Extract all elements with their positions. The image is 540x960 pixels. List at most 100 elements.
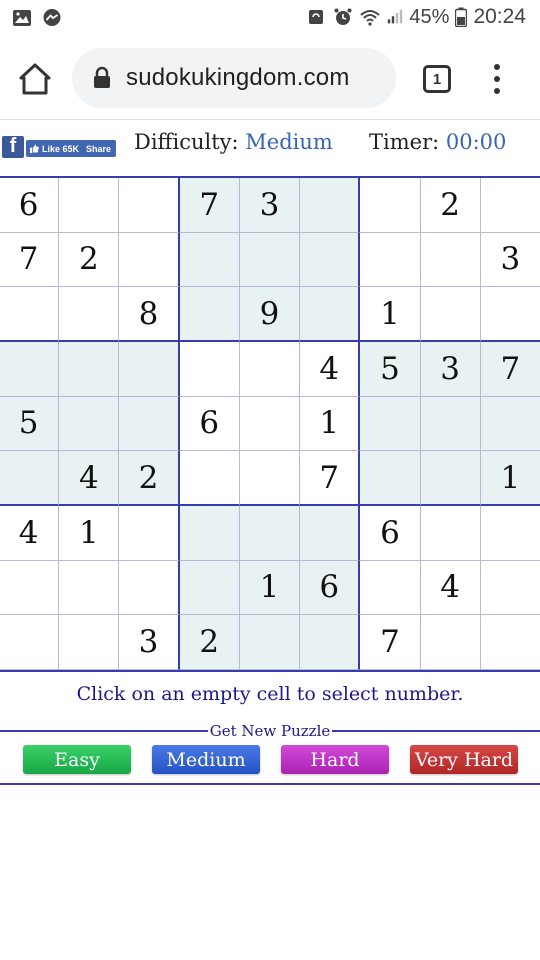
easy-button[interactable]: Easy <box>23 745 131 774</box>
tab-switcher-button[interactable]: 1 <box>423 65 451 93</box>
empty-cell[interactable] <box>239 506 301 561</box>
empty-cell[interactable] <box>480 560 540 616</box>
given-cell: 8 <box>119 287 180 342</box>
empty-cell[interactable] <box>179 451 240 506</box>
empty-cell[interactable] <box>360 232 421 288</box>
messenger-icon <box>43 9 61 26</box>
given-cell: 6 <box>300 560 361 616</box>
empty-cell[interactable] <box>119 342 180 397</box>
empty-cell[interactable] <box>360 451 421 506</box>
given-cell: 7 <box>480 342 540 397</box>
facebook-share-button[interactable]: Share <box>81 140 117 157</box>
empty-cell[interactable] <box>239 342 301 397</box>
very-hard-button[interactable]: Very Hard <box>410 745 518 774</box>
info-row: f Like 65K Share Difficulty: Medium Time… <box>0 120 540 176</box>
url-text: sudokukingdom.com <box>126 64 350 91</box>
empty-cell[interactable] <box>0 560 60 616</box>
given-cell: 2 <box>59 232 120 288</box>
overflow-menu-icon[interactable] <box>490 64 504 94</box>
empty-cell[interactable] <box>59 615 120 670</box>
empty-cell[interactable] <box>239 615 301 670</box>
empty-cell[interactable] <box>0 287 60 342</box>
given-cell: 1 <box>480 451 540 506</box>
signal-icon <box>388 9 403 24</box>
empty-cell[interactable] <box>360 560 421 616</box>
facebook-logo-icon[interactable]: f <box>2 135 24 158</box>
given-cell: 3 <box>480 232 540 288</box>
empty-cell[interactable] <box>420 615 481 670</box>
empty-cell[interactable] <box>119 232 180 288</box>
empty-cell[interactable] <box>179 506 240 561</box>
given-cell: 7 <box>0 232 60 288</box>
empty-cell[interactable] <box>300 287 361 342</box>
wifi-icon <box>360 10 381 26</box>
empty-cell[interactable] <box>300 506 361 561</box>
difficulty-label: Difficulty: <box>134 130 239 154</box>
empty-cell[interactable] <box>0 342 60 397</box>
empty-cell[interactable] <box>119 506 180 561</box>
given-cell: 3 <box>119 615 180 670</box>
empty-cell[interactable] <box>420 506 481 561</box>
empty-cell[interactable] <box>0 615 60 670</box>
empty-cell[interactable] <box>480 396 540 452</box>
empty-cell[interactable] <box>360 396 421 452</box>
empty-cell[interactable] <box>119 396 180 452</box>
empty-cell[interactable] <box>239 396 301 452</box>
empty-cell[interactable] <box>179 287 240 342</box>
hard-button[interactable]: Hard <box>281 745 389 774</box>
empty-cell[interactable] <box>300 178 361 233</box>
thumbs-up-icon <box>30 144 39 153</box>
given-cell: 7 <box>179 178 240 233</box>
empty-cell[interactable] <box>420 451 481 506</box>
empty-cell[interactable] <box>179 342 240 397</box>
empty-cell[interactable] <box>59 560 120 616</box>
clock: 20:24 <box>473 5 526 28</box>
given-cell: 6 <box>0 178 60 233</box>
new-puzzle-label: Get New Puzzle <box>207 722 333 740</box>
given-cell: 1 <box>300 396 361 452</box>
empty-cell[interactable] <box>59 396 120 452</box>
given-cell: 4 <box>0 506 60 561</box>
given-cell: 7 <box>300 451 361 506</box>
given-cell: 5 <box>360 342 421 397</box>
home-icon[interactable] <box>18 62 52 96</box>
empty-cell[interactable] <box>420 396 481 452</box>
given-cell: 2 <box>119 451 180 506</box>
empty-cell[interactable] <box>59 287 120 342</box>
medium-button[interactable]: Medium <box>152 745 260 774</box>
empty-cell[interactable] <box>59 178 120 233</box>
empty-cell[interactable] <box>300 232 361 288</box>
facebook-like-button[interactable]: Like 65K <box>26 140 84 157</box>
given-cell: 5 <box>0 396 60 452</box>
empty-cell[interactable] <box>239 451 301 506</box>
given-cell: 6 <box>360 506 421 561</box>
given-cell: 2 <box>420 178 481 233</box>
empty-cell[interactable] <box>480 287 540 342</box>
gallery-icon <box>13 10 31 26</box>
empty-cell[interactable] <box>179 560 240 616</box>
empty-cell[interactable] <box>420 287 481 342</box>
empty-cell[interactable] <box>480 506 540 561</box>
empty-cell[interactable] <box>59 342 120 397</box>
empty-cell[interactable] <box>300 615 361 670</box>
given-cell: 1 <box>360 287 421 342</box>
given-cell: 4 <box>59 451 120 506</box>
given-cell: 6 <box>179 396 240 452</box>
empty-cell[interactable] <box>119 178 180 233</box>
empty-cell[interactable] <box>480 178 540 233</box>
timer-display: Timer: 00:00 <box>369 130 506 154</box>
empty-cell[interactable] <box>420 232 481 288</box>
given-cell: 1 <box>59 506 120 561</box>
sudoku-grid: 673272389145375614271416164327 <box>0 176 540 672</box>
given-cell: 4 <box>300 342 361 397</box>
given-cell: 1 <box>239 560 301 616</box>
browser-toolbar: sudokukingdom.com 1 <box>0 36 540 120</box>
empty-cell[interactable] <box>119 560 180 616</box>
empty-cell[interactable] <box>480 615 540 670</box>
empty-cell[interactable] <box>360 178 421 233</box>
address-bar[interactable]: sudokukingdom.com <box>72 48 396 108</box>
empty-cell[interactable] <box>0 451 60 506</box>
difficulty-value: Medium <box>245 130 333 154</box>
empty-cell[interactable] <box>179 232 240 288</box>
empty-cell[interactable] <box>239 232 301 288</box>
